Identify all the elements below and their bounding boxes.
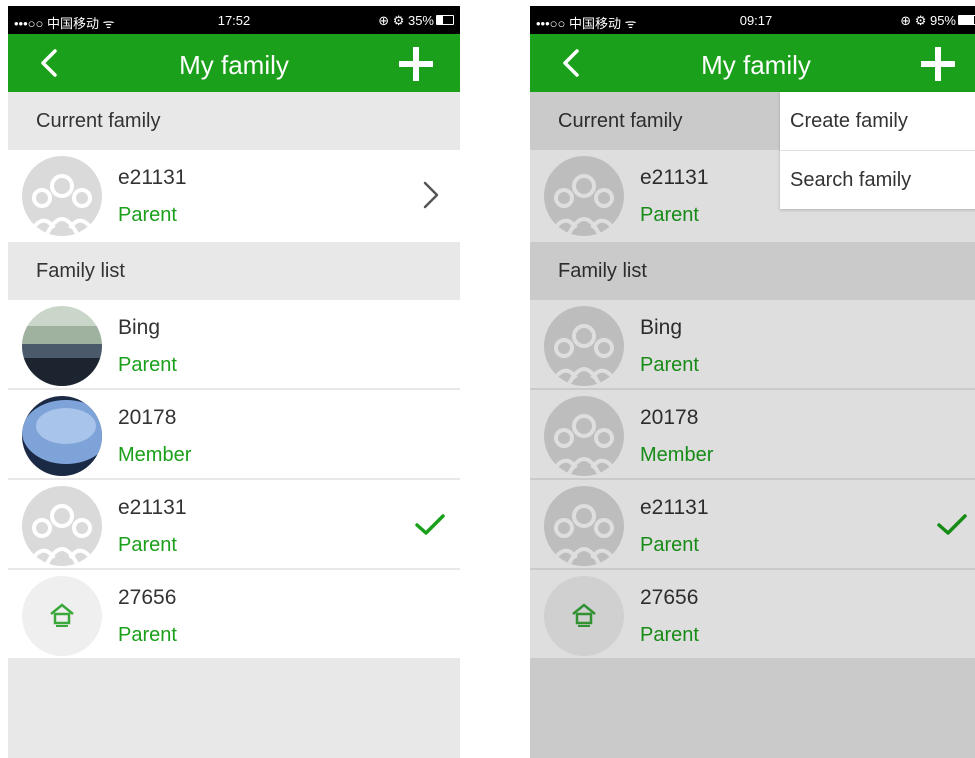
plus-icon <box>921 47 955 81</box>
family-row-20178[interactable]: 20178 Member <box>8 390 460 480</box>
nav-bar: My family <box>530 34 975 92</box>
phone-screen-right: •••○○ 中国移动 ᯤ 09:17 ⊕ ⚙ 95% My family Cur… <box>530 6 975 758</box>
avatar <box>544 576 624 656</box>
chevron-right-icon <box>423 181 439 209</box>
page-title: My family <box>701 50 811 80</box>
avatar <box>22 306 102 386</box>
family-name: 27656 <box>118 586 177 609</box>
add-button[interactable] <box>396 44 436 84</box>
family-role: Parent <box>118 534 177 556</box>
family-role: Member <box>640 444 714 466</box>
family-role: Parent <box>640 624 699 646</box>
family-name: e21131 <box>640 166 709 189</box>
family-role: Parent <box>118 354 177 376</box>
status-bar: •••○○ 中国移动 ᯤ 09:17 ⊕ ⚙ 95% <box>530 6 975 34</box>
checkmark-icon <box>415 514 445 535</box>
avatar <box>22 156 102 236</box>
checkmark-icon <box>937 514 967 535</box>
group-placeholder-icon <box>544 156 624 236</box>
avatar <box>544 396 624 476</box>
group-placeholder-icon <box>22 156 102 236</box>
group-placeholder-icon <box>544 306 624 386</box>
family-role: Parent <box>640 534 699 556</box>
family-role: Member <box>118 444 192 466</box>
battery-icon <box>958 15 975 25</box>
avatar <box>544 486 624 566</box>
nav-bar: My family <box>8 34 460 92</box>
family-role: Parent <box>640 204 699 226</box>
search-family-menu-item[interactable]: Search family <box>780 150 975 209</box>
status-battery-text: ⊕ ⚙ 95% <box>900 13 956 28</box>
page-title: My family <box>179 50 289 80</box>
family-name: 27656 <box>640 586 699 609</box>
family-name: e21131 <box>640 496 709 519</box>
current-family-row[interactable]: e21131 Parent <box>8 150 460 242</box>
family-role: Parent <box>640 354 699 376</box>
family-list-header: Family list <box>530 242 975 300</box>
family-name: 20178 <box>118 406 177 429</box>
landscape-photo-icon <box>22 306 102 386</box>
family-row-27656[interactable]: 27656 Parent <box>8 570 460 660</box>
family-row-27656[interactable]: 27656 Parent <box>530 570 975 660</box>
family-row-bing[interactable]: Bing Parent <box>530 300 975 390</box>
blue-photo-icon <box>22 396 102 476</box>
battery-icon <box>436 15 454 25</box>
family-row-e21131[interactable]: e21131 Parent <box>530 480 975 570</box>
plus-icon <box>399 47 433 81</box>
family-name: e21131 <box>118 496 187 519</box>
current-family-header: Current family <box>8 92 460 150</box>
house-logo-icon <box>22 576 102 656</box>
family-row-bing[interactable]: Bing Parent <box>8 300 460 390</box>
status-bar: •••○○ 中国移动 ᯤ 17:52 ⊕ ⚙ 35% <box>8 6 460 34</box>
create-family-menu-item[interactable]: Create family <box>780 92 975 150</box>
family-name: 20178 <box>640 406 699 429</box>
house-logo-icon <box>544 576 624 656</box>
status-battery-text: ⊕ ⚙ 35% <box>378 13 434 28</box>
family-row-20178[interactable]: 20178 Member <box>530 390 975 480</box>
group-placeholder-icon <box>544 486 624 566</box>
family-name: Bing <box>118 316 161 339</box>
avatar <box>544 156 624 236</box>
group-placeholder-icon <box>22 486 102 566</box>
add-menu-popup: Create family Search family <box>780 92 975 209</box>
avatar <box>544 306 624 386</box>
family-row-e21131[interactable]: e21131 Parent <box>8 480 460 570</box>
phone-screen-left: •••○○ 中国移动 ᯤ 17:52 ⊕ ⚙ 35% My family Cur… <box>8 6 460 758</box>
family-role: Parent <box>118 204 177 226</box>
avatar <box>22 576 102 656</box>
avatar <box>22 396 102 476</box>
family-role: Parent <box>118 624 177 646</box>
avatar <box>22 486 102 566</box>
family-name: Bing <box>640 316 683 339</box>
family-name: e21131 <box>118 166 187 189</box>
group-placeholder-icon <box>544 396 624 476</box>
add-button[interactable] <box>918 44 958 84</box>
family-list-header: Family list <box>8 242 460 300</box>
